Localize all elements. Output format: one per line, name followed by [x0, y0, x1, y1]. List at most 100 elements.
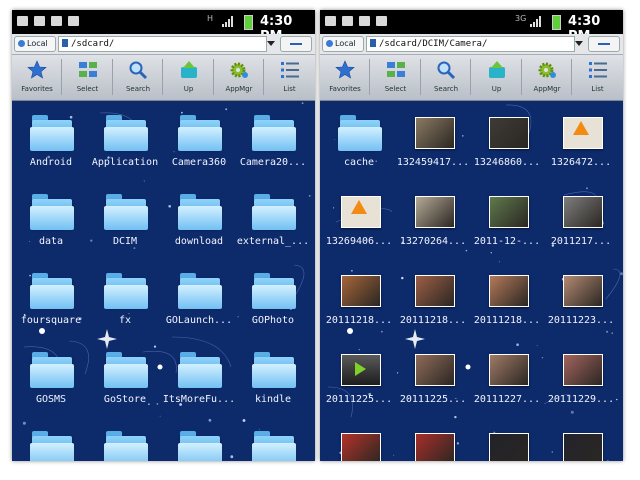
search-icon — [436, 60, 456, 80]
check-icon — [376, 16, 387, 26]
file-item[interactable]: 20111225... — [322, 344, 396, 422]
file-item[interactable]: 20111229... — [544, 344, 618, 422]
folder-item[interactable]: DCIM — [88, 186, 162, 264]
folder-item[interactable]: foursquare — [14, 265, 88, 343]
item-name: 2011217... — [550, 236, 612, 247]
signal-icon — [222, 16, 235, 27]
item-name: 20111218... — [473, 315, 541, 326]
folder-icon — [252, 271, 296, 311]
folder-icon — [104, 192, 148, 232]
folder-icon — [30, 429, 74, 461]
folder-icon — [338, 113, 382, 153]
folder-item[interactable]: ItsMoreFu... — [162, 344, 236, 422]
path-dropdown-icon[interactable] — [575, 41, 583, 46]
path-bar: Local /sdcard/DCIM/Camera/ — [320, 34, 623, 55]
toolbar-favorites-button[interactable]: Favorites — [12, 55, 62, 100]
toolbar-search-button[interactable]: Search — [421, 55, 471, 100]
folder-item[interactable]: Camera360 — [162, 107, 236, 185]
folder-item[interactable]: Camera20... — [236, 107, 310, 185]
image-thumbnail — [486, 113, 530, 153]
image-thumbnail — [486, 192, 530, 232]
toolbar-search-button[interactable]: Search — [113, 55, 163, 100]
item-name: 20111223... — [547, 315, 615, 326]
toolbar-favorites-button[interactable]: Favorites — [320, 55, 370, 100]
location-button[interactable]: Local — [322, 36, 364, 52]
gear-icon — [229, 60, 249, 80]
file-item[interactable] — [544, 423, 618, 461]
check-icon — [342, 16, 353, 26]
star-icon — [27, 60, 47, 80]
toolbar-up-button[interactable]: Up — [164, 55, 214, 100]
network-type: 3G — [515, 14, 527, 23]
file-item[interactable]: 20111218... — [322, 265, 396, 343]
file-item[interactable] — [322, 423, 396, 461]
folder-item[interactable]: GOPhoto — [236, 265, 310, 343]
folder-item[interactable]: fx — [88, 265, 162, 343]
item-name: cache — [343, 157, 375, 168]
toolbar-appmgr-button[interactable]: AppMgr — [522, 55, 572, 100]
file-item[interactable]: 20111218... — [396, 265, 470, 343]
minus-icon — [598, 43, 610, 45]
file-item[interactable]: 13269406... — [322, 186, 396, 264]
folder-item[interactable]: GOSMS — [14, 344, 88, 422]
item-name: kindle — [254, 394, 292, 405]
file-item[interactable] — [396, 423, 470, 461]
file-item[interactable]: 20111218... — [470, 265, 544, 343]
path-bar: Local /sdcard/ — [12, 34, 315, 55]
item-name: DCIM — [112, 236, 138, 247]
file-item[interactable]: 20111225... — [396, 344, 470, 422]
toolbar-list-button[interactable]: List — [573, 55, 623, 100]
status-bar: 3G 4:30 PM — [320, 10, 623, 44]
toolbar-list-button[interactable]: List — [265, 55, 315, 100]
folder-icon — [178, 113, 222, 153]
battery-icon — [244, 15, 253, 30]
folder-item[interactable]: download — [162, 186, 236, 264]
folder-icon — [252, 429, 296, 461]
file-item[interactable]: 13246860... — [470, 107, 544, 185]
check-icon — [359, 16, 370, 26]
file-item[interactable]: 132459417... — [396, 107, 470, 185]
file-item[interactable] — [470, 423, 544, 461]
folder-item[interactable]: GOLaunch... — [162, 265, 236, 343]
collapse-button[interactable] — [280, 36, 312, 52]
folder-item[interactable] — [14, 423, 88, 461]
folder-item[interactable]: kindle — [236, 344, 310, 422]
image-thumbnail — [486, 429, 530, 461]
select-icon — [78, 60, 98, 80]
toolbar-label: Favorites — [329, 85, 361, 93]
file-item[interactable]: 20111223... — [544, 265, 618, 343]
file-item[interactable]: 20111227... — [470, 344, 544, 422]
file-item[interactable]: 2011-12-... — [470, 186, 544, 264]
file-item[interactable]: 1326472... — [544, 107, 618, 185]
collapse-button[interactable] — [588, 36, 620, 52]
path-field[interactable]: /sdcard/ — [58, 36, 267, 52]
folder-item[interactable] — [236, 423, 310, 461]
folder-item[interactable]: Application — [88, 107, 162, 185]
file-item[interactable]: 2011217... — [544, 186, 618, 264]
path-dropdown-icon[interactable] — [267, 41, 275, 46]
folder-item[interactable]: Android — [14, 107, 88, 185]
item-name: 20111229... — [547, 394, 615, 405]
toolbar-select-button[interactable]: Select — [63, 55, 113, 100]
folder-item[interactable] — [88, 423, 162, 461]
item-name: 20111225... — [399, 394, 467, 405]
left-screen: H 4:30 PM Local /sdcard/ Favorites Select… — [12, 10, 315, 461]
folder-icon — [252, 113, 296, 153]
sdcard-icon — [370, 39, 376, 47]
toolbar-appmgr-button[interactable]: AppMgr — [214, 55, 264, 100]
file-item[interactable]: 13270264... — [396, 186, 470, 264]
network-type: H — [207, 14, 214, 23]
path-field[interactable]: /sdcard/DCIM/Camera/ — [366, 36, 575, 52]
image-thumbnail — [560, 429, 604, 461]
location-button[interactable]: Local — [14, 36, 56, 52]
folder-item[interactable]: GoStore — [88, 344, 162, 422]
folder-icon — [178, 350, 222, 390]
check-icon — [51, 16, 62, 26]
folder-item[interactable]: external_... — [236, 186, 310, 264]
status-bar: H 4:30 PM — [12, 10, 315, 44]
toolbar-select-button[interactable]: Select — [371, 55, 421, 100]
folder-item[interactable]: cache — [322, 107, 396, 185]
folder-item[interactable]: data — [14, 186, 88, 264]
toolbar-up-button[interactable]: Up — [472, 55, 522, 100]
folder-item[interactable] — [162, 423, 236, 461]
